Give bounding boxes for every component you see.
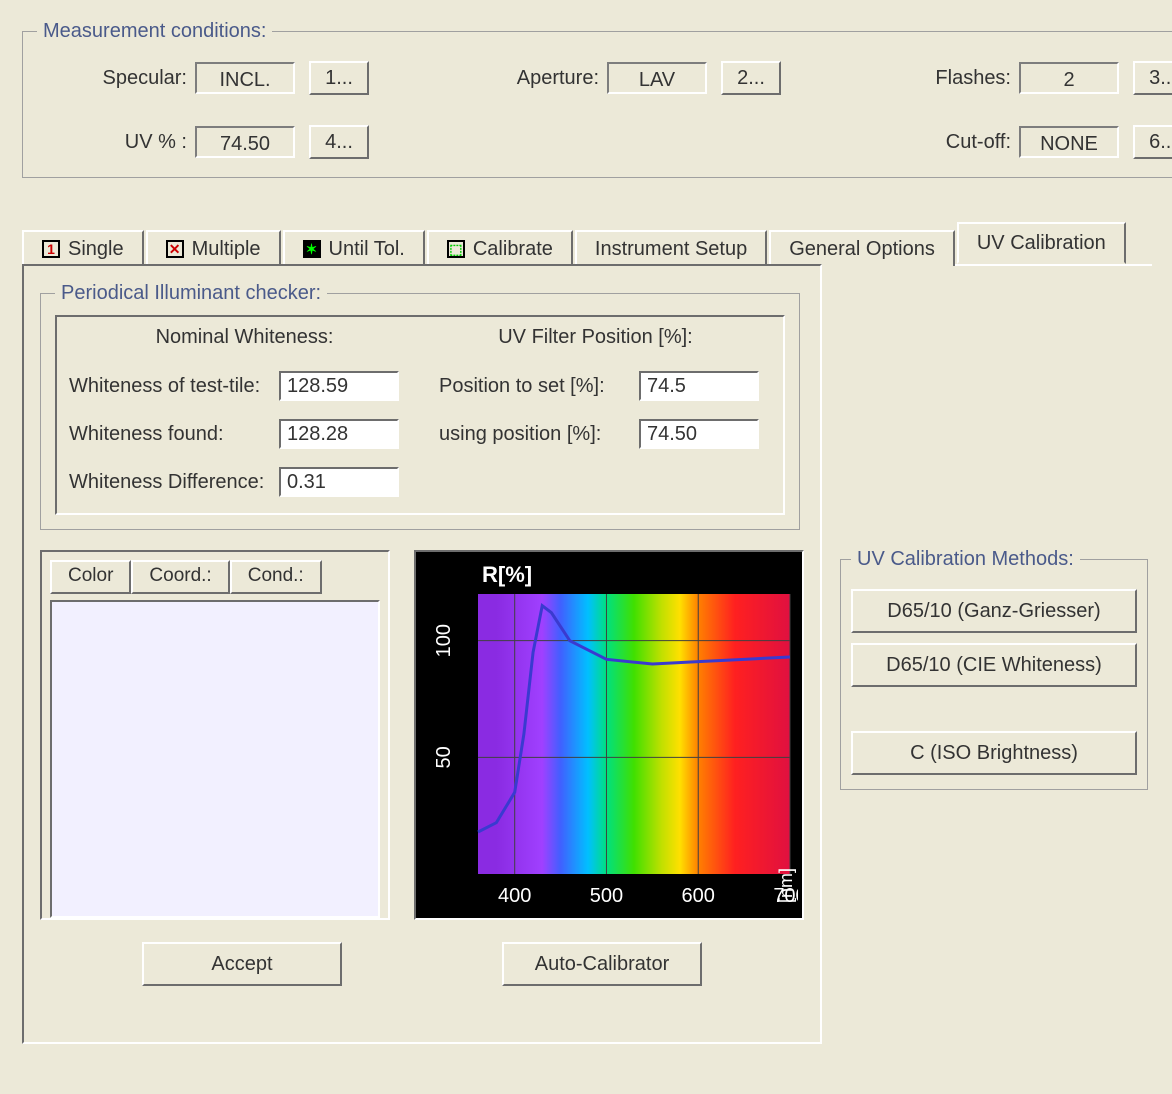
color-preview-box: Color Coord.: Cond.:: [40, 550, 390, 920]
reflectance-chart: 40050060070050100R[%][nm]: [414, 550, 804, 920]
cutoff-value: NONE: [1019, 126, 1119, 158]
uv-filter-position-header: UV Filter Position [%]:: [420, 321, 771, 353]
swatch-tab-color[interactable]: Color: [50, 560, 131, 594]
tab-multiple[interactable]: ✕ Multiple: [146, 230, 281, 266]
uv-calibration-methods-group: UV Calibration Methods: D65/10 (Ganz-Gri…: [840, 548, 1148, 790]
tab-multiple-label: Multiple: [192, 232, 261, 266]
nominal-whiteness-header: Nominal Whiteness:: [69, 321, 420, 353]
tab-calibrate[interactable]: ⬚ Calibrate: [427, 230, 573, 266]
tab-calibrate-label: Calibrate: [473, 232, 553, 266]
flashes-edit-button[interactable]: 3...: [1133, 61, 1172, 95]
tab-general-options[interactable]: General Options: [769, 230, 955, 266]
whiteness-found-label: Whiteness found:: [69, 423, 279, 446]
auto-calibrator-button[interactable]: Auto-Calibrator: [502, 942, 702, 986]
color-swatch: [50, 600, 380, 918]
periodical-illuminant-checker-group: Periodical Illuminant checker: Nominal W…: [40, 282, 800, 530]
tab-instrument-setup-label: Instrument Setup: [595, 232, 747, 266]
position-to-set-value[interactable]: 74.5: [639, 371, 759, 401]
svg-text:[nm]: [nm]: [776, 868, 796, 903]
calibrate-icon: ⬚: [447, 240, 465, 258]
svg-text:R[%]: R[%]: [482, 562, 532, 587]
whiteness-test-tile-value[interactable]: 128.59: [279, 371, 399, 401]
swatch-tab-coord[interactable]: Coord.:: [131, 560, 229, 594]
tab-single[interactable]: 1 Single: [22, 230, 144, 266]
tab-single-label: Single: [68, 232, 124, 266]
tab-until-tol[interactable]: ✶ Until Tol.: [283, 230, 425, 266]
method-iso-brightness-button[interactable]: C (ISO Brightness): [851, 731, 1137, 775]
whiteness-difference-label: Whiteness Difference:: [69, 471, 279, 494]
svg-text:100: 100: [433, 624, 455, 657]
flashes-value: 2: [1019, 62, 1119, 94]
until-tol-icon: ✶: [303, 240, 321, 258]
cutoff-edit-button[interactable]: 6...: [1133, 125, 1172, 159]
specular-label: Specular:: [37, 67, 195, 90]
tab-uv-calibration-label: UV Calibration: [977, 224, 1106, 262]
measurement-conditions-title: Measurement conditions:: [37, 20, 272, 43]
swatch-tab-cond[interactable]: Cond.:: [230, 560, 322, 594]
measurement-conditions-group: Measurement conditions: Specular: INCL. …: [22, 20, 1172, 178]
tab-until-tol-label: Until Tol.: [329, 232, 405, 266]
specular-value: INCL.: [195, 62, 295, 94]
uv-label: UV % :: [37, 131, 195, 154]
specular-edit-button[interactable]: 1...: [309, 61, 369, 95]
method-ganz-griesser-button[interactable]: D65/10 (Ganz-Griesser): [851, 589, 1137, 633]
tab-uv-calibration[interactable]: UV Calibration: [957, 222, 1126, 264]
flashes-label: Flashes:: [901, 67, 1019, 90]
whiteness-difference-value[interactable]: 0.31: [279, 467, 399, 497]
svg-text:500: 500: [590, 885, 623, 907]
tab-general-options-label: General Options: [789, 232, 935, 266]
method-cie-whiteness-button[interactable]: D65/10 (CIE Whiteness): [851, 643, 1137, 687]
svg-text:400: 400: [498, 885, 531, 907]
using-position-label: using position [%]:: [439, 423, 639, 446]
single-icon: 1: [42, 240, 60, 258]
svg-text:50: 50: [433, 746, 455, 768]
tab-strip: 1 Single ✕ Multiple ✶ Until Tol. ⬚ Calib…: [22, 226, 1152, 266]
whiteness-found-value[interactable]: 128.28: [279, 419, 399, 449]
position-to-set-label: Position to set [%]:: [439, 375, 639, 398]
uv-methods-title: UV Calibration Methods:: [851, 548, 1080, 571]
tab-instrument-setup[interactable]: Instrument Setup: [575, 230, 767, 266]
pic-title: Periodical Illuminant checker:: [55, 282, 327, 305]
aperture-label: Aperture:: [489, 67, 607, 90]
aperture-edit-button[interactable]: 2...: [721, 61, 781, 95]
accept-button[interactable]: Accept: [142, 942, 342, 986]
whiteness-test-tile-label: Whiteness of test-tile:: [69, 375, 279, 398]
aperture-value: LAV: [607, 62, 707, 94]
uv-calibration-panel: Periodical Illuminant checker: Nominal W…: [22, 264, 822, 1044]
using-position-value[interactable]: 74.50: [639, 419, 759, 449]
uv-edit-button[interactable]: 4...: [309, 125, 369, 159]
multiple-icon: ✕: [166, 240, 184, 258]
cutoff-label: Cut-off:: [901, 131, 1019, 154]
svg-text:600: 600: [682, 885, 715, 907]
reflectance-chart-svg: 40050060070050100R[%][nm]: [424, 560, 798, 914]
uv-value: 74.50: [195, 126, 295, 158]
